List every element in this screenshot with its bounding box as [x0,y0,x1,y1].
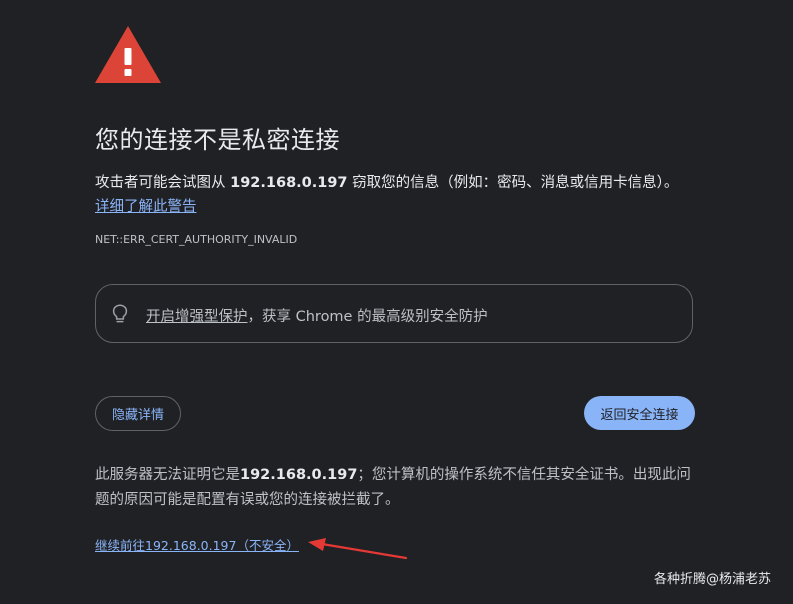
details-host: 192.168.0.197 [240,467,358,483]
red-annotation-arrow [308,538,408,560]
description-prefix: 攻击者可能会试图从 [95,175,231,191]
interstitial-page: 您的连接不是私密连接 攻击者可能会试图从 192.168.0.197 窃取您的信… [0,0,793,604]
back-to-safety-button[interactable]: 返回安全连接 [584,396,695,430]
error-code: NET::ERR_CERT_AUTHORITY_INVALID [95,233,298,246]
description-host: 192.168.0.197 [230,175,348,191]
lightbulb-icon [112,304,128,323]
details-prefix: 此服务器无法证明它是 [95,467,240,483]
warning-triangle-icon [95,26,161,83]
learn-more-link[interactable]: 详细了解此警告 [95,195,197,216]
watermark: 各种折腾@杨浦老苏 [654,572,772,587]
enhanced-protection-suffix: ，获享 Chrome 的最高级别安全防护 [247,309,488,325]
hide-details-button[interactable]: 隐藏详情 [95,396,181,431]
proceed-unsafe-link[interactable]: 继续前往192.168.0.197（不安全） [95,535,299,554]
details-text: 此服务器无法证明它是192.168.0.197；您计算机的操作系统不信任其安全证… [95,463,695,513]
warning-description: 攻击者可能会试图从 192.168.0.197 窃取您的信息（例如：密码、消息或… [95,171,678,192]
enhanced-protection-box: 开启增强型保护，获享 Chrome 的最高级别安全防护 [95,284,693,343]
enhanced-protection-link[interactable]: 开启增强型保护 [146,309,248,325]
description-suffix: 窃取您的信息（例如：密码、消息或信用卡信息）。 [347,175,679,191]
enhanced-protection-text: 开启增强型保护，获享 Chrome 的最高级别安全防护 [146,305,488,326]
page-title: 您的连接不是私密连接 [95,126,340,154]
